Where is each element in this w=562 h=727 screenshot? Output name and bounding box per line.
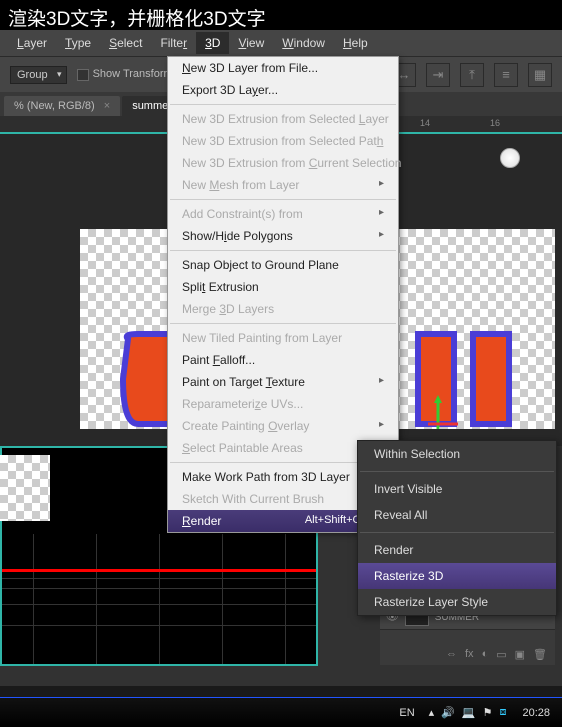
menu-extrusion-selection: New 3D Extrusion from Current Selection — [168, 152, 398, 174]
menu-paint-falloff[interactable]: Paint Falloff... — [168, 349, 398, 371]
ruler-tick: 16 — [490, 118, 500, 128]
ctx-rasterize-layer-style[interactable]: Rasterize Layer Style — [358, 589, 556, 615]
align-right-icon[interactable]: ⇥ — [426, 63, 450, 87]
menu-paint-target-texture[interactable]: Paint on Target Texture — [168, 371, 398, 393]
clock[interactable]: 20:28 — [516, 707, 556, 719]
menu-layer[interactable]: Layer — [8, 32, 56, 54]
menu-bar: Layer Type Select Filter 3D View Window … — [0, 30, 562, 56]
dropbox-icon[interactable]: ⧈ — [499, 706, 506, 719]
tutorial-title: 渲染3D文字，并栅格化3D文字 — [0, 0, 562, 30]
menu-create-overlay: Create Painting Overlay — [168, 415, 398, 437]
menu-filter[interactable]: Filter — [151, 32, 196, 54]
ctx-reveal-all[interactable]: Reveal All — [358, 502, 556, 528]
lang-indicator[interactable]: EN — [395, 705, 418, 721]
align-top-icon[interactable]: ⤒ — [460, 63, 484, 87]
close-icon[interactable]: × — [104, 100, 110, 112]
new-layer-icon[interactable]: ▣ — [515, 648, 525, 661]
menu-new-3d-layer-from-file[interactable]: New 3D Layer from File... — [168, 57, 398, 79]
menu-split-extrusion[interactable]: Split Extrusion — [168, 276, 398, 298]
horizon-line — [2, 569, 316, 572]
menu-snap-ground[interactable]: Snap Object to Ground Plane — [168, 254, 398, 276]
system-tray: ▴ 🔊 💻 ⚑ ⧈ — [429, 706, 507, 719]
menu-window[interactable]: Window — [273, 32, 334, 54]
ctx-render[interactable]: Render — [358, 537, 556, 563]
menu-type[interactable]: Type — [56, 32, 100, 54]
network-icon[interactable]: 💻 — [462, 706, 476, 719]
menu-view[interactable]: View — [229, 32, 273, 54]
menu-help[interactable]: Help — [334, 32, 377, 54]
ctx-within-selection[interactable]: Within Selection — [358, 441, 556, 467]
menu-show-hide-polygons[interactable]: Show/Hide Polygons — [168, 225, 398, 247]
menu-new-mesh: New Mesh from Layer — [168, 174, 398, 196]
windows-taskbar: EN ▴ 🔊 💻 ⚑ ⧈ 20:28 — [0, 697, 562, 727]
trash-icon[interactable]: 🗑 — [533, 648, 547, 661]
flag-icon[interactable]: ⚑ — [483, 706, 493, 719]
menu-extrusion-layer: New 3D Extrusion from Selected Layer — [168, 108, 398, 130]
menu-tiled-painting: New Tiled Painting from Layer — [168, 327, 398, 349]
mask-icon[interactable]: ◐ — [482, 648, 489, 661]
3d-mode-icon[interactable]: ▦ — [528, 63, 552, 87]
menu-select[interactable]: Select — [100, 32, 151, 54]
tray-up-icon[interactable]: ▴ — [429, 706, 435, 719]
tab-new[interactable]: % (New, RGB/8) × — [4, 96, 120, 116]
menu-merge-3d: Merge 3D Layers — [168, 298, 398, 320]
group-combo[interactable]: Group — [10, 66, 67, 84]
ruler-tick: 14 — [420, 118, 430, 128]
ctx-invert-visible[interactable]: Invert Visible — [358, 476, 556, 502]
link-icon[interactable]: ⇔ — [446, 648, 457, 661]
scene-gizmo-icon[interactable] — [500, 148, 520, 168]
folder-icon[interactable]: ▭ — [496, 648, 506, 661]
menu-reparam-uv: Reparameterize UVs... — [168, 393, 398, 415]
menu-export-3d-layer[interactable]: Export 3D Layer... — [168, 79, 398, 101]
volume-icon[interactable]: 🔊 — [441, 706, 455, 719]
menu-add-constraints: Add Constraint(s) from — [168, 203, 398, 225]
fx-icon[interactable]: fx — [465, 648, 474, 661]
ctx-rasterize-3d[interactable]: Rasterize 3D — [358, 563, 556, 589]
layer-context-menu: Within Selection Invert Visible Reveal A… — [357, 440, 557, 616]
distribute-icon[interactable]: ≡ — [494, 63, 518, 87]
menu-extrusion-path: New 3D Extrusion from Selected Path — [168, 130, 398, 152]
menu-3d[interactable]: 3D — [196, 32, 229, 54]
transparency-side — [0, 455, 50, 521]
